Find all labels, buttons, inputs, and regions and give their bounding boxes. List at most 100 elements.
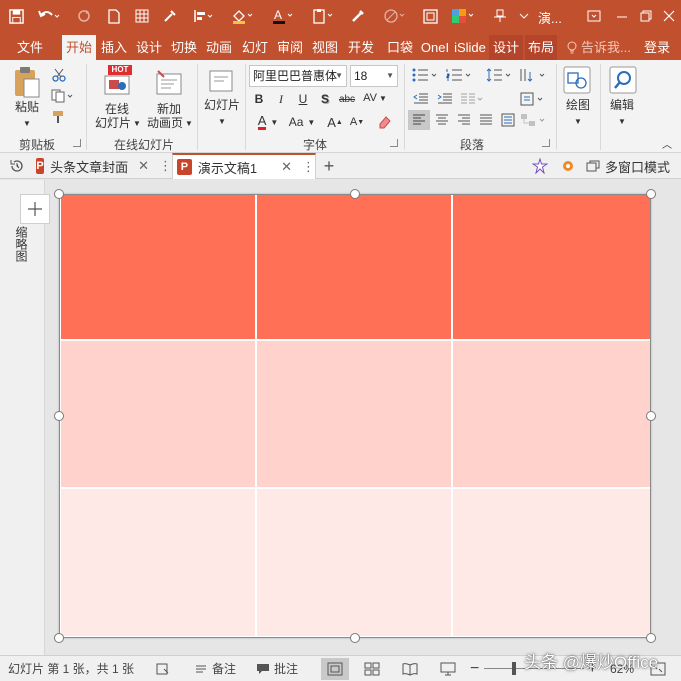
numbering-icon[interactable] — [444, 66, 474, 84]
align-icon[interactable] — [190, 4, 216, 28]
text-direction-icon[interactable] — [516, 66, 550, 84]
doc-tab-0[interactable]: P 头条文章封面 ✕ ⋮ — [32, 153, 172, 179]
font-color-button[interactable]: A ▼ — [250, 112, 286, 132]
normal-view-icon[interactable] — [321, 658, 349, 680]
underline-button[interactable]: U — [294, 90, 312, 108]
table-cell[interactable] — [257, 489, 453, 636]
italic-button[interactable]: I — [272, 90, 290, 108]
clipboard-launcher-icon[interactable] — [73, 139, 81, 147]
tab-animations[interactable]: 动画 — [203, 35, 235, 60]
ribbon-display-icon[interactable] — [580, 2, 608, 30]
shrink-font-button[interactable]: A ▼ — [348, 112, 366, 132]
no-entry-icon[interactable] — [380, 4, 408, 28]
editing-search-icon[interactable] — [608, 65, 638, 95]
editing-dropdown-icon[interactable]: ▼ — [617, 114, 627, 129]
table-cell[interactable] — [453, 489, 650, 636]
tab-transitions[interactable]: 切换 — [168, 35, 200, 60]
bold-button[interactable]: B — [250, 90, 268, 108]
clear-format-icon[interactable] — [374, 112, 394, 132]
tab-islide[interactable]: iSlide — [454, 35, 486, 60]
online-slide-label-1[interactable]: 在线 — [94, 102, 140, 117]
table-cell[interactable] — [453, 341, 650, 489]
font-color-dropdown-icon[interactable]: ▼ — [270, 118, 278, 127]
smartart-icon[interactable] — [518, 110, 550, 130]
font-color-quick-icon[interactable]: A — [268, 4, 296, 28]
tab-file[interactable]: 文件 — [4, 35, 56, 60]
pin-icon[interactable] — [490, 4, 510, 28]
table-cell[interactable] — [257, 341, 453, 489]
align-text-icon[interactable] — [518, 90, 548, 108]
font-launcher-icon[interactable] — [390, 139, 398, 147]
paragraph-launcher-icon[interactable] — [542, 139, 550, 147]
slides-dropdown-icon[interactable]: ▼ — [217, 114, 227, 129]
grow-font-button[interactable]: A ▲ — [326, 112, 344, 132]
increase-indent-icon[interactable] — [434, 90, 456, 108]
font-name-dropdown-icon[interactable]: ▼ — [335, 66, 343, 86]
table[interactable] — [61, 195, 650, 636]
editing-button[interactable]: 编辑 — [602, 98, 642, 113]
theme-color-icon[interactable] — [448, 4, 478, 28]
paste-dropdown-icon[interactable]: ▼ — [20, 116, 34, 131]
more-quick-access-icon[interactable] — [516, 4, 532, 28]
magic-wand-icon[interactable] — [530, 153, 550, 179]
accessibility-icon[interactable] — [156, 656, 170, 681]
new-anim-label-1[interactable]: 新加 — [146, 102, 192, 117]
tab-home[interactable]: 开始 — [62, 35, 96, 60]
tell-me-search[interactable]: 告诉我... — [566, 35, 631, 60]
tab-insert[interactable]: 插入 — [98, 35, 130, 60]
distribute-icon[interactable] — [498, 110, 518, 130]
justify-icon[interactable] — [476, 110, 496, 130]
notes-button[interactable]: 备注 — [194, 656, 236, 681]
tab-onenote[interactable]: OneI — [418, 35, 452, 60]
tab-table-layout[interactable]: 布局 — [525, 35, 557, 60]
clipboard-quick-icon[interactable] — [308, 4, 336, 28]
tab-menu-icon[interactable]: ⋮ — [302, 159, 315, 175]
frame-icon[interactable] — [420, 4, 440, 28]
change-case-dropdown-icon[interactable]: ▼ — [307, 118, 315, 127]
tab-design[interactable]: 设计 — [134, 35, 164, 60]
table-cell[interactable] — [61, 341, 257, 489]
tab-table-design[interactable]: 设计 — [489, 35, 523, 60]
save-icon[interactable] — [6, 4, 26, 28]
drawing-button[interactable]: 绘图 — [558, 98, 598, 113]
format-painter-icon[interactable] — [48, 108, 70, 126]
fill-color-icon[interactable] — [228, 4, 256, 28]
online-slide-dropdown-icon[interactable]: ▼ — [132, 116, 142, 131]
align-left-icon[interactable] — [408, 110, 430, 130]
resize-handle[interactable] — [646, 633, 656, 643]
strikethrough-button[interactable]: abc — [336, 90, 358, 108]
reading-view-icon[interactable] — [396, 658, 424, 680]
slideshow-icon[interactable] — [434, 658, 462, 680]
decrease-indent-icon[interactable] — [410, 90, 432, 108]
close-tab-icon[interactable]: ✕ — [281, 159, 292, 175]
resize-handle[interactable] — [646, 189, 656, 199]
new-anim-label-2[interactable]: 动画页 — [142, 116, 188, 131]
shadow-button[interactable]: S — [316, 90, 334, 108]
columns-icon[interactable] — [458, 90, 486, 108]
resize-handle[interactable] — [54, 189, 64, 199]
comments-button[interactable]: 批注 — [256, 656, 298, 681]
new-tab-plus-icon[interactable]: + — [318, 153, 340, 179]
collapse-ribbon-icon[interactable]: ︿ — [660, 138, 674, 153]
resize-handle[interactable] — [54, 633, 64, 643]
paste-button[interactable]: 粘贴 — [8, 100, 46, 115]
settings-gear-icon[interactable] — [558, 153, 578, 179]
font-name-field[interactable]: 阿里巴巴普惠体 ▼ — [249, 65, 347, 87]
tab-review[interactable]: 审阅 — [274, 35, 306, 60]
resize-handle[interactable] — [350, 633, 360, 643]
table-cell[interactable] — [61, 195, 257, 341]
resize-handle[interactable] — [54, 411, 64, 421]
line-spacing-icon[interactable] — [484, 66, 514, 84]
close-tab-icon[interactable]: ✕ — [138, 158, 149, 174]
tab-menu-icon[interactable]: ⋮ — [159, 158, 172, 174]
change-case-button[interactable]: Aa ▼ — [284, 112, 320, 132]
new-anim-dropdown-icon[interactable]: ▼ — [184, 116, 194, 131]
align-center-icon[interactable] — [432, 110, 452, 130]
history-icon[interactable] — [6, 153, 28, 179]
slides-button[interactable]: 幻灯片 — [200, 98, 244, 113]
drawing-icon[interactable] — [562, 65, 592, 95]
paste-icon[interactable] — [10, 64, 44, 100]
resize-handle[interactable] — [646, 411, 656, 421]
tab-developer[interactable]: 开发 — [344, 35, 378, 60]
brush-icon[interactable] — [348, 4, 368, 28]
